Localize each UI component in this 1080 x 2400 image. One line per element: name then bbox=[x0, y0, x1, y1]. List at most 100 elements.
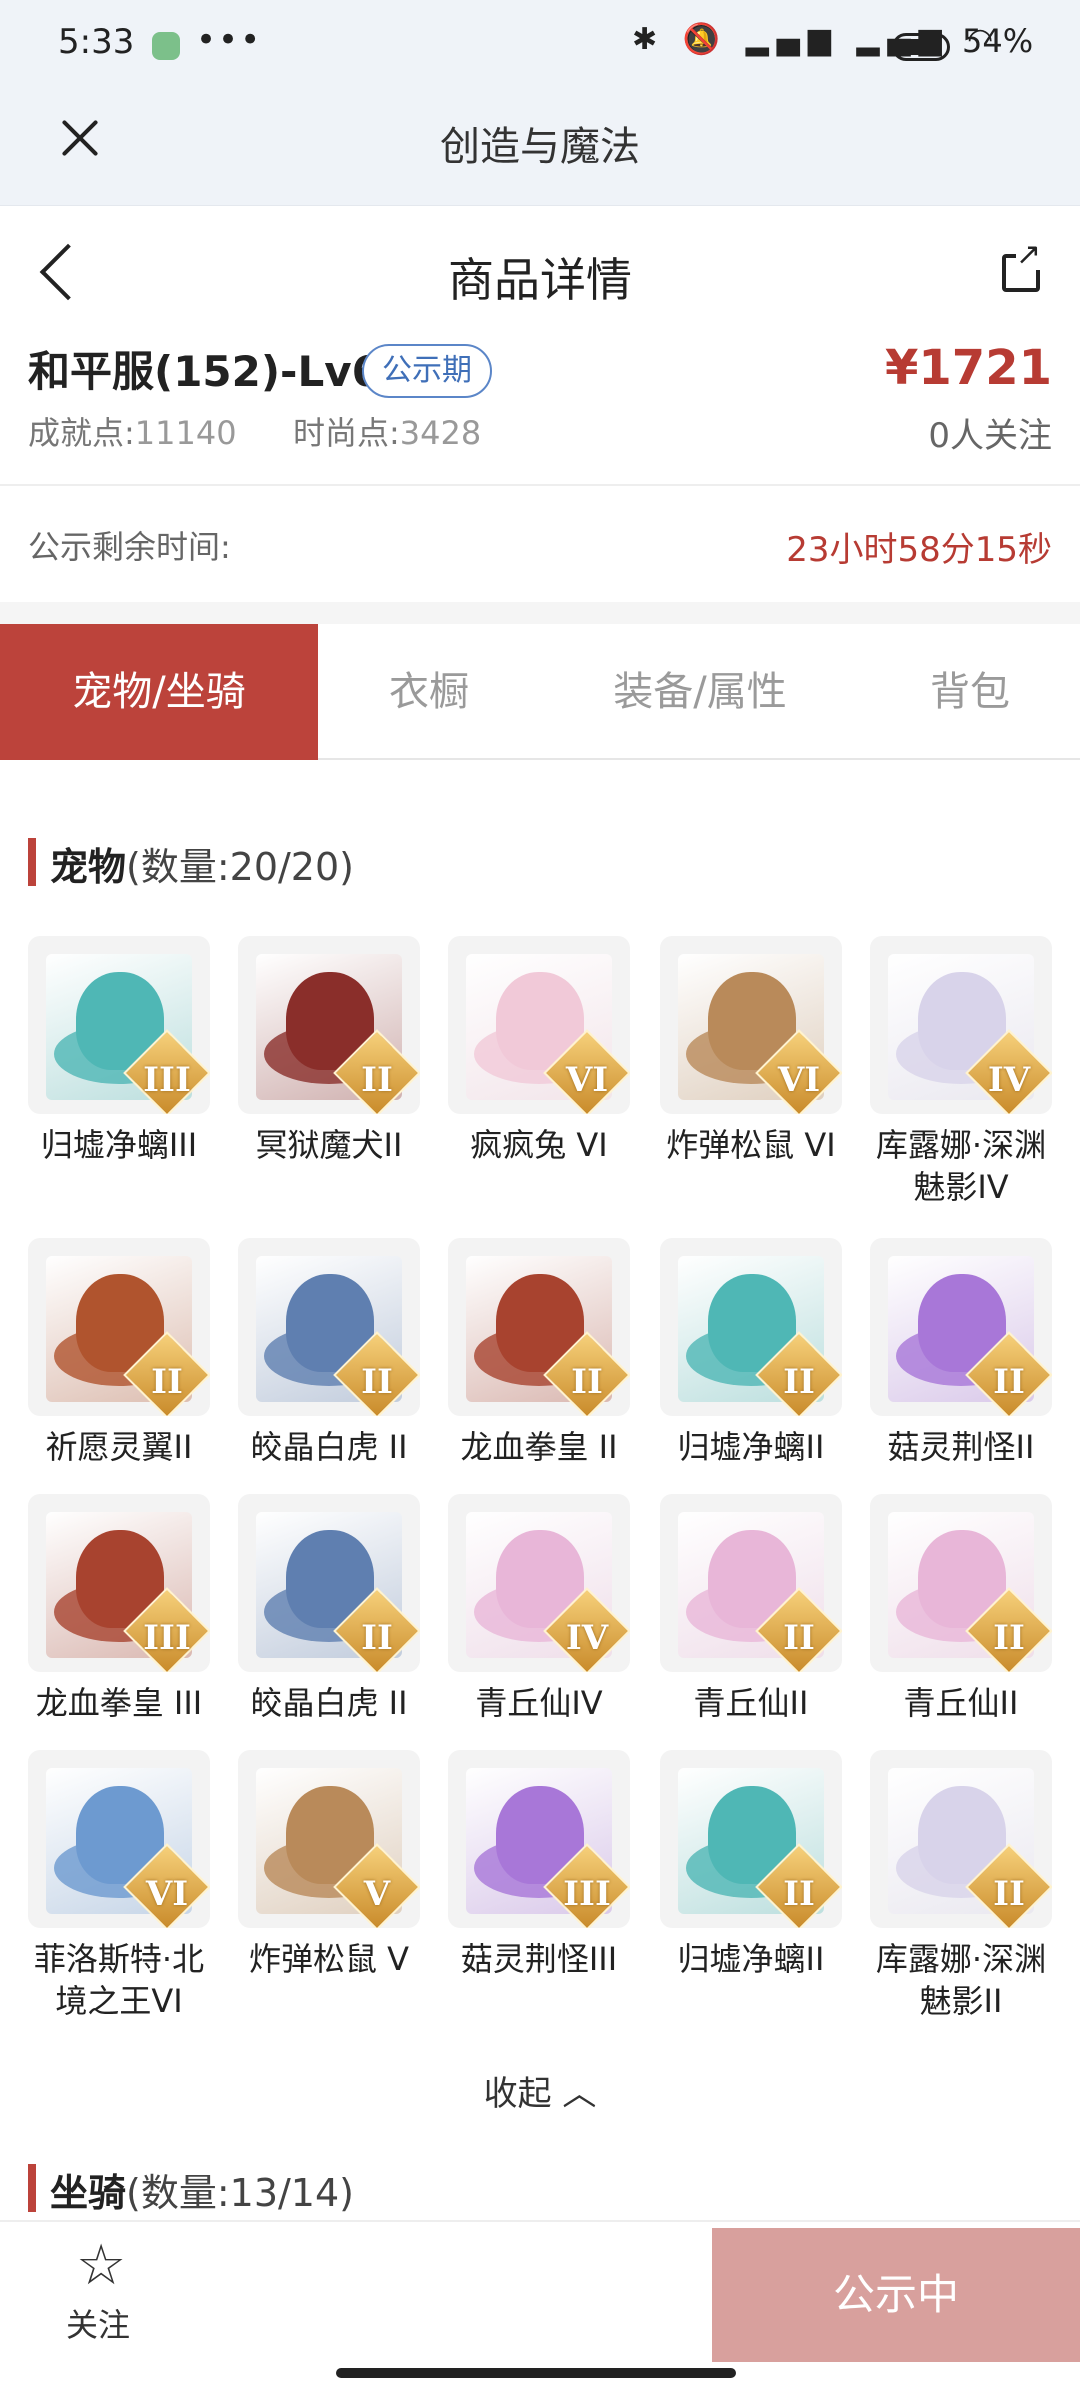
page-nav: 商品详情 bbox=[0, 206, 1080, 346]
rank-numeral: II bbox=[571, 1362, 603, 1402]
star-icon[interactable]: ☆ bbox=[76, 2238, 126, 2294]
rank-numeral: II bbox=[361, 1618, 393, 1658]
tab-pets-mounts[interactable]: 宠物/坐骑 bbox=[0, 624, 318, 760]
pet-item[interactable]: III 菇灵荆怪III bbox=[448, 1750, 630, 1980]
pet-name: 青丘仙IV bbox=[475, 1684, 603, 1722]
achievement-label: 成就点: bbox=[28, 414, 135, 452]
tab-wardrobe[interactable]: 衣橱 bbox=[318, 624, 540, 760]
pet-item[interactable]: II 青丘仙II bbox=[660, 1494, 842, 1724]
pet-item[interactable]: III 龙血拳皇 III bbox=[28, 1494, 210, 1724]
pet-name: 龙血拳皇 III bbox=[35, 1684, 203, 1722]
pet-item[interactable]: II 归墟净螭II bbox=[660, 1238, 842, 1468]
home-indicator bbox=[336, 2368, 736, 2378]
share-icon[interactable] bbox=[1002, 240, 1042, 292]
timer-label: 公示剩余时间: bbox=[28, 528, 231, 566]
pet-card[interactable]: II bbox=[870, 1238, 1052, 1416]
pet-name: 祈愿灵翼II bbox=[45, 1428, 193, 1466]
pet-card[interactable]: II bbox=[238, 1494, 420, 1672]
pet-item[interactable]: II 皎晶白虎 II bbox=[238, 1238, 420, 1468]
pet-card[interactable]: II bbox=[870, 1494, 1052, 1672]
pet-item[interactable]: II 冥狱魔犬II bbox=[238, 936, 420, 1166]
rank-numeral: IV bbox=[565, 1618, 609, 1658]
rank-numeral: VI bbox=[777, 1060, 821, 1100]
pet-name: 龙血拳皇 II bbox=[460, 1428, 618, 1466]
battery-percent: 54% bbox=[962, 22, 1034, 60]
pet-name: 库露娜·深渊魅影II bbox=[875, 1940, 1047, 2020]
webview-header: 创造与魔法 bbox=[0, 92, 1080, 206]
pet-card[interactable]: V bbox=[238, 1750, 420, 1928]
rank-numeral: VI bbox=[145, 1874, 189, 1914]
rank-numeral: II bbox=[151, 1362, 183, 1402]
pet-item[interactable]: II 库露娜·深渊魅影II bbox=[870, 1750, 1052, 2022]
pet-item[interactable]: II 菇灵荆怪II bbox=[870, 1238, 1052, 1468]
status-bar: 5:33 ••• ✱ 🔕 ▂▄▆ ▂▄▆ ◠ 54% bbox=[0, 0, 1080, 92]
pet-item[interactable]: II 青丘仙II bbox=[870, 1494, 1052, 1724]
status-button[interactable]: 公示中 bbox=[712, 2228, 1080, 2362]
pet-card[interactable]: III bbox=[28, 1494, 210, 1672]
pet-name: 皎晶白虎 II bbox=[250, 1684, 408, 1722]
pet-name: 菇灵荆怪II bbox=[887, 1428, 1035, 1466]
follow-button[interactable]: 关注 bbox=[66, 2300, 130, 2346]
fashion-label: 时尚点: bbox=[292, 414, 400, 452]
bottom-bar: ☆ 关注 公示中 bbox=[0, 2220, 1080, 2362]
pet-item[interactable]: II 龙血拳皇 II bbox=[448, 1238, 630, 1468]
product-price: ¥1721 bbox=[885, 340, 1052, 396]
pet-card[interactable]: II bbox=[660, 1494, 842, 1672]
pet-card[interactable]: III bbox=[28, 936, 210, 1114]
rank-numeral: II bbox=[993, 1874, 1025, 1914]
pet-card[interactable]: III bbox=[448, 1750, 630, 1928]
page-title: 商品详情 bbox=[448, 253, 632, 307]
pet-card[interactable]: VI bbox=[448, 936, 630, 1114]
pet-card[interactable]: IV bbox=[448, 1494, 630, 1672]
pet-card[interactable]: II bbox=[238, 1238, 420, 1416]
pet-item[interactable]: III 归墟净螭III bbox=[28, 936, 210, 1166]
pet-card[interactable]: II bbox=[448, 1238, 630, 1416]
rank-numeral: II bbox=[783, 1874, 815, 1914]
pet-item[interactable]: IV 库露娜·深渊魅影IV bbox=[870, 936, 1052, 1208]
pet-card[interactable]: II bbox=[28, 1238, 210, 1416]
pet-name: 归墟净螭II bbox=[677, 1940, 825, 1978]
pet-card[interactable]: II bbox=[870, 1750, 1052, 1928]
pet-card[interactable]: IV bbox=[870, 936, 1052, 1114]
status-time: 5:33 bbox=[58, 22, 135, 62]
pet-item[interactable]: VI 疯疯兔 VI bbox=[448, 936, 630, 1166]
rank-numeral: IV bbox=[987, 1060, 1031, 1100]
section-marker bbox=[28, 838, 36, 886]
rank-numeral: VI bbox=[565, 1060, 609, 1100]
pet-item[interactable]: IV 青丘仙IV bbox=[448, 1494, 630, 1724]
rank-numeral: II bbox=[993, 1362, 1025, 1402]
status-badge: 公示期 bbox=[362, 344, 492, 398]
product-stats: 成就点:11140 时尚点:3428 bbox=[28, 408, 481, 454]
pet-item[interactable]: VI 菲洛斯特·北境之王VI bbox=[28, 1750, 210, 2022]
pet-card[interactable]: VI bbox=[660, 936, 842, 1114]
pet-item[interactable]: II 皎晶白虎 II bbox=[238, 1494, 420, 1724]
pet-card[interactable]: II bbox=[660, 1238, 842, 1416]
pet-item[interactable]: II 祈愿灵翼II bbox=[28, 1238, 210, 1468]
pet-name: 疯疯兔 VI bbox=[470, 1126, 608, 1164]
pet-name: 菇灵荆怪III bbox=[460, 1940, 618, 1978]
pet-item[interactable]: VI 炸弹松鼠 VI bbox=[660, 936, 842, 1166]
pet-name: 青丘仙II bbox=[693, 1684, 809, 1722]
pet-name: 炸弹松鼠 V bbox=[248, 1940, 410, 1978]
rank-numeral: II bbox=[783, 1618, 815, 1658]
more-notifications-icon: ••• bbox=[196, 20, 263, 60]
achievement-value: 11140 bbox=[134, 414, 237, 452]
pet-card[interactable]: VI bbox=[28, 1750, 210, 1928]
pet-item[interactable]: V 炸弹松鼠 V bbox=[238, 1750, 420, 1980]
pet-item[interactable]: II 归墟净螭II bbox=[660, 1750, 842, 1980]
collapse-button[interactable]: 收起 ︿ bbox=[0, 2066, 1080, 2115]
pet-card[interactable]: II bbox=[660, 1750, 842, 1928]
timer-value: 23小时58分15秒 bbox=[786, 530, 1052, 570]
tab-equipment[interactable]: 装备/属性 bbox=[540, 624, 860, 760]
pet-name: 归墟净螭II bbox=[677, 1428, 825, 1466]
section-gap bbox=[0, 602, 1080, 624]
pets-count: (数量:20/20) bbox=[126, 845, 354, 889]
pet-name: 炸弹松鼠 VI bbox=[666, 1126, 836, 1164]
webview-title: 创造与魔法 bbox=[440, 124, 640, 170]
mounts-section-title: 坐骑(数量:13/14) bbox=[50, 2162, 354, 2217]
tab-bag[interactable]: 背包 bbox=[860, 624, 1080, 760]
pet-name: 菲洛斯特·北境之王VI bbox=[33, 1940, 205, 2020]
rank-numeral: III bbox=[563, 1874, 611, 1914]
fashion-value: 3428 bbox=[399, 414, 482, 452]
pet-card[interactable]: II bbox=[238, 936, 420, 1114]
